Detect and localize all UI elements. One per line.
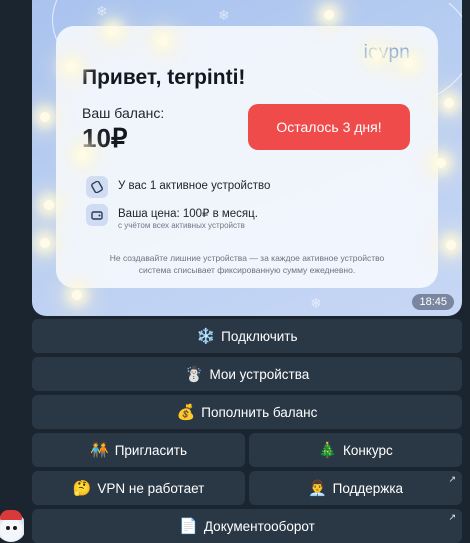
external-link-icon: ↗ (448, 474, 456, 484)
my-devices-button-label: Мои устройства (209, 366, 310, 382)
my-devices-button[interactable]: ☃️ Мои устройства (32, 357, 462, 391)
thinking-face-icon: 🤔 (72, 480, 92, 497)
documents-button[interactable]: 📄 Документооборот ↗ (32, 509, 462, 543)
invite-button[interactable]: 🧑‍🤝‍🧑 Пригласить (32, 433, 245, 467)
contest-button[interactable]: 🎄 Конкурс (249, 433, 462, 467)
contest-button-label: Конкурс (342, 442, 393, 458)
garland-light (108, 26, 118, 36)
balance-label: Ваш баланс: (82, 105, 165, 121)
documents-button-label: Документооборот (203, 518, 315, 534)
wallet-icon (86, 204, 108, 226)
price-subtext: с учётом всех активных устройств (118, 221, 245, 230)
garland-light (446, 240, 456, 250)
snowman-avatar-icon (0, 510, 24, 542)
support-button-label: Поддержка (332, 480, 404, 496)
connect-button-label: Подключить (221, 328, 298, 344)
invite-button-label: Пригласить (114, 442, 187, 458)
days-left-badge: Осталось 3 дня! (248, 104, 410, 150)
garland-light (40, 112, 50, 122)
garland-light (404, 58, 414, 68)
balance-value: 10₽ (82, 123, 128, 153)
garland-light (78, 150, 88, 160)
document-icon: 📄 (179, 518, 198, 535)
greeting-title: Привет, terpinti! (82, 66, 246, 89)
money-bag-icon: 💰 (176, 404, 196, 421)
garland-light (40, 238, 50, 248)
office-worker-icon: 👨‍💼 (307, 480, 327, 497)
snowflake-icon: ❄ (218, 8, 230, 24)
vpn-not-working-button-label: VPN не работает (97, 480, 205, 496)
garland-light (66, 62, 76, 72)
notice-line-2: система списывает фиксированную сумму еж… (138, 265, 356, 275)
support-button[interactable]: 👨‍💼 Поддержка ↗ (249, 471, 462, 505)
snowflake-icon: ❄ (310, 296, 322, 312)
devices-notice: Не создавайте лишние устройства — за каж… (76, 252, 418, 276)
garland-light (372, 50, 382, 60)
price-info: Ваша цена: 100₽ в месяц. с учётом всех а… (86, 204, 258, 230)
welcome-image[interactable]: ❄ ❄ ❄ iovpn Привет, terpinti! Ваш баланс… (32, 0, 462, 316)
account-card: iovpn Привет, terpinti! Ваш баланс: 10₽ … (56, 26, 438, 288)
christmas-tree-icon: 🎄 (318, 442, 337, 459)
garland-light (72, 290, 82, 300)
price-text: Ваша цена: 100₽ в месяц. (118, 208, 258, 220)
garland-light (324, 10, 334, 20)
bot-avatar[interactable] (0, 510, 24, 543)
snowflake-icon: ❄️ (196, 328, 216, 345)
garland-light (436, 158, 446, 168)
connect-button[interactable]: ❄️ Подключить (32, 319, 462, 353)
vpn-not-working-button[interactable]: 🤔 VPN не работает (32, 471, 245, 505)
garland-light (444, 98, 454, 108)
snowman-icon: ☃️ (184, 366, 204, 383)
devices-info: У вас 1 активное устройство (86, 176, 270, 198)
topup-balance-button[interactable]: 💰 Пополнить баланс (32, 395, 462, 429)
brand-logo: iovpn (363, 42, 410, 63)
people-icon: 🧑‍🤝‍🧑 (90, 442, 109, 459)
notice-line-1: Не создавайте лишние устройства — за каж… (109, 253, 385, 263)
external-link-icon: ↗ (448, 512, 456, 522)
devices-icon (86, 176, 108, 198)
topup-balance-button-label: Пополнить баланс (201, 404, 318, 420)
garland-light (158, 36, 168, 46)
devices-text: У вас 1 активное устройство (118, 180, 271, 192)
garland-light (44, 200, 54, 210)
message-time: 18:45 (412, 294, 454, 310)
